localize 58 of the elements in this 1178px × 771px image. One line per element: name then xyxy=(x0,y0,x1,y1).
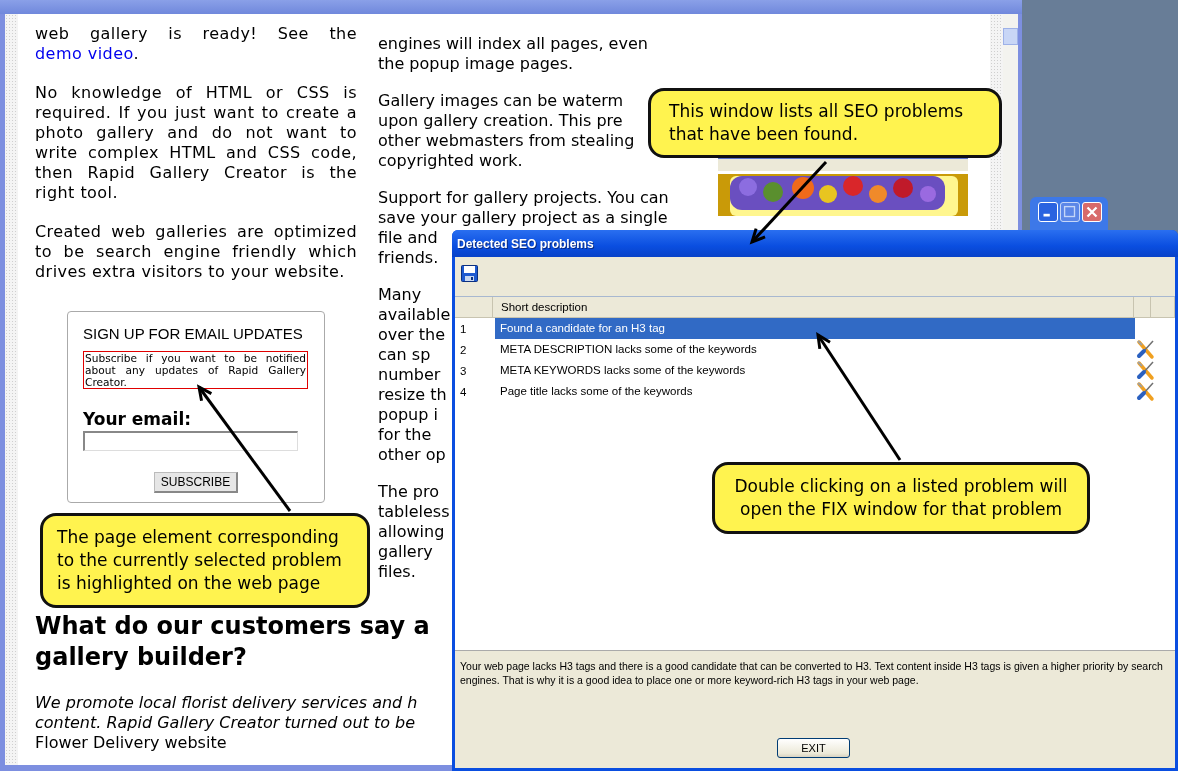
paragraph: No knowledge of HTML or CSS is required. If you just want to create a photo gallery and do not want to write complex HTML and CSS code, then Rapid Gallery Creator is the right tool. xyxy=(35,83,357,203)
tools-icon[interactable] xyxy=(1135,381,1157,402)
paragraph: web gallery is ready! See the demo video. xyxy=(35,24,357,64)
email-field[interactable] xyxy=(83,431,298,451)
close-icon[interactable] xyxy=(1082,202,1102,222)
text-line: tableless xyxy=(378,504,450,520)
text-line: for the xyxy=(378,427,432,443)
exit-button[interactable]: EXIT xyxy=(777,738,850,758)
quote-text: We promote local florist delivery services and h xyxy=(35,693,418,713)
text-line: engines will index all pages, even xyxy=(378,36,648,52)
problem-details: Your web page lacks H3 tags and there is a good candidate that can be converted to H3. Text content inside H3 tags is given a higher priority by search engines. That is why it is a good idea to place one or more keyword-rich H3 tags in your web page. xyxy=(460,659,1164,688)
text-line: copyrighted work. xyxy=(378,153,523,169)
paragraph: Created web galleries are optimized to be search engine friendly which drives extra visitors to your website. xyxy=(35,222,357,282)
save-icon[interactable] xyxy=(461,265,478,282)
text-line: number xyxy=(378,367,441,383)
row-number: 4 xyxy=(459,385,468,398)
quote-source: Flower Delivery website xyxy=(35,733,227,753)
text-line: file and xyxy=(378,230,438,246)
section-heading: gallery builder? xyxy=(35,642,247,673)
text-line: save your gallery project as a single xyxy=(378,210,668,226)
demo-video-link[interactable]: demo video xyxy=(35,44,134,63)
text-line: the popup image pages. xyxy=(378,56,574,72)
text-line: other op xyxy=(378,447,446,463)
problem-row[interactable]: Found a candidate for an H3 tag xyxy=(495,318,1135,339)
text-line: gallery xyxy=(378,544,433,560)
text-line: allowing xyxy=(378,524,445,540)
callout-note: This window lists all SEO problems that have been found. xyxy=(648,88,1002,158)
text-line: upon gallery creation. This pre xyxy=(378,113,623,129)
subscribe-button[interactable]: SUBSCRIBE xyxy=(153,472,239,493)
email-label: Your email: xyxy=(83,409,191,429)
row-number: 1 xyxy=(459,322,468,335)
section-heading: What do our customers say a xyxy=(35,611,430,642)
text-line: over the xyxy=(378,327,446,343)
signup-title: SIGN UP FOR EMAIL UPDATES xyxy=(83,325,303,343)
text-line: other webmasters from stealing xyxy=(378,133,635,149)
problem-row[interactable]: META DESCRIPTION lacks some of the keywords xyxy=(495,339,1135,360)
text-line: The pro xyxy=(378,484,439,500)
text-line: available xyxy=(378,307,451,323)
text-line: Support for gallery projects. You can xyxy=(378,190,669,206)
text-line: Many xyxy=(378,287,422,303)
text-line: can sp xyxy=(378,347,431,363)
text-line: popup i xyxy=(378,407,438,423)
problem-row[interactable]: Page title lacks some of the keywords xyxy=(495,381,1135,402)
tools-icon[interactable] xyxy=(1135,360,1157,381)
callout-note: The page element corresponding to the currently selected problem is highlighted on the web page xyxy=(40,513,370,608)
tools-icon[interactable] xyxy=(1135,339,1157,360)
text-line: friends. xyxy=(378,250,439,266)
minimize-icon[interactable] xyxy=(1038,202,1058,222)
text-line: Gallery images can be waterm xyxy=(378,93,624,109)
text-line: files. xyxy=(378,564,416,580)
text-line: resize th xyxy=(378,387,447,403)
dialog-title: Detected SEO problems xyxy=(457,236,594,251)
callout-note: Double clicking on a listed problem will open the FIX window for that problem xyxy=(712,462,1090,534)
problem-row[interactable]: META KEYWORDS lacks some of the keywords xyxy=(495,360,1135,381)
row-number: 3 xyxy=(459,364,468,377)
row-number: 2 xyxy=(459,343,468,356)
quote-text: content. Rapid Gallery Creator turned out to be xyxy=(35,713,416,733)
signup-notice: Subscribe if you want to be notified about any updates of Rapid Gallery Creator. xyxy=(83,351,308,389)
